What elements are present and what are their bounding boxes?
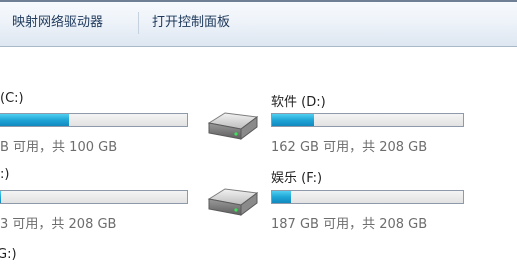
drive-usage-fill-e [0,191,1,203]
drive-info-c: B 可用，共 100 GB [0,140,118,155]
open-control-panel-button[interactable]: 打开控制面板 [152,11,230,35]
drives-pane: (C:) B 可用，共 100 GB 软件 (D:) 162 GB 可用，共 2… [0,47,517,266]
drive-info-d: 162 GB 可用，共 208 GB [271,140,428,155]
drive-label-c: (C:) [0,91,24,106]
drive-usage-bar-d [271,113,464,127]
drive-item-c[interactable]: (C:) B 可用，共 100 GB [0,47,200,155]
drive-label-g: G:) [0,247,17,262]
drive-info-e: 3 可用，共 208 GB [0,217,117,232]
drive-item-g[interactable]: G:) [0,237,200,266]
toolbar-separator [138,12,139,34]
drive-usage-bar-c [0,113,188,127]
drive-usage-fill-d [272,114,315,126]
drive-label-e: :) [0,167,10,182]
drive-item-e[interactable]: :) 3 可用，共 208 GB [0,157,200,232]
drive-label-d: 软件 (D:) [271,95,326,110]
drive-usage-bar-f [271,190,464,204]
command-bar: 映射网络驱动器 打开控制面板 [0,2,517,47]
drive-info-f: 187 GB 可用，共 208 GB [271,217,428,232]
drive-label-f: 娱乐 (F:) [271,171,323,186]
hard-drive-icon [207,188,259,216]
drive-usage-bar-e [0,190,188,204]
drive-usage-fill-c [0,114,69,126]
hard-drive-icon [207,112,259,140]
drive-usage-fill-f [272,191,292,203]
map-network-drive-button[interactable]: 映射网络驱动器 [12,11,103,35]
drive-item-d[interactable]: 软件 (D:) 162 GB 可用，共 208 GB [200,47,517,157]
drive-item-f[interactable]: 娱乐 (F:) 187 GB 可用，共 208 GB [200,157,517,237]
